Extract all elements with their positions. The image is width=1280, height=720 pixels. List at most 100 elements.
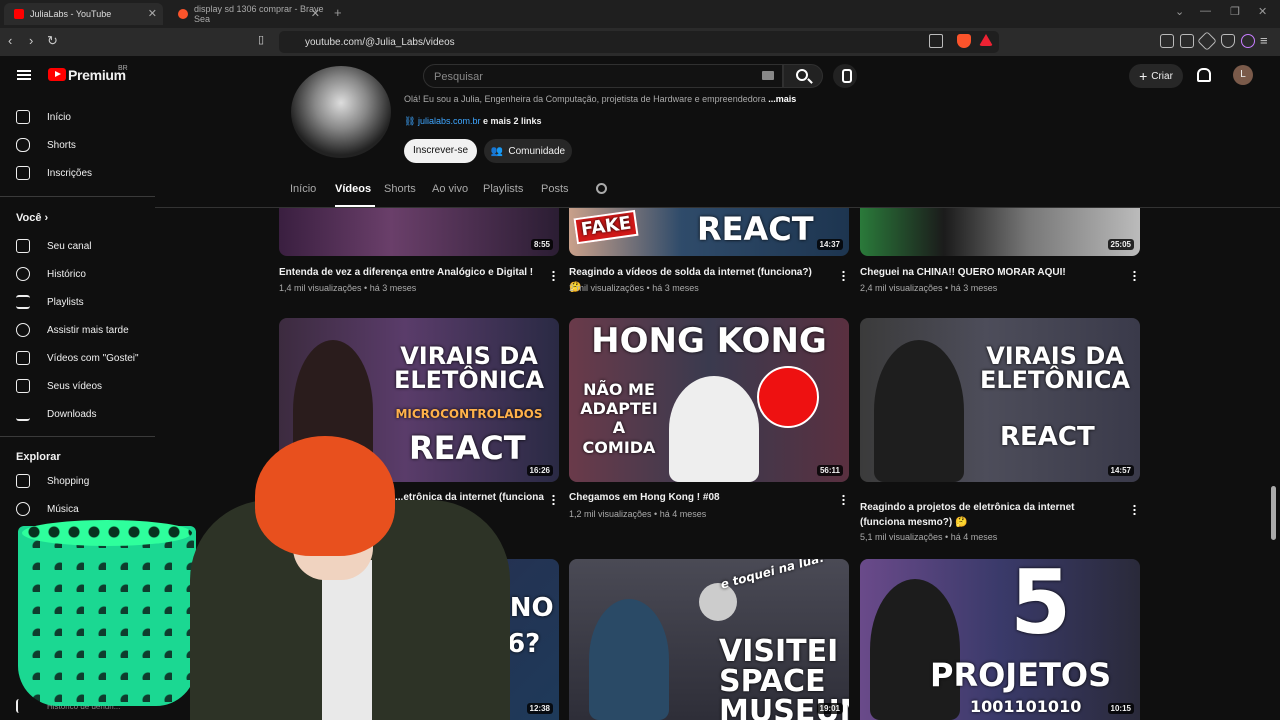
sidebar-item-assistir-mais-tarde[interactable]: Assistir mais tarde <box>16 320 129 340</box>
brave-rewards-icon[interactable] <box>979 34 993 46</box>
history-icon <box>16 267 30 281</box>
sidebar-toggle-icon[interactable] <box>1160 34 1174 48</box>
more-options-icon[interactable] <box>1133 270 1136 281</box>
channel-search-icon[interactable] <box>596 183 607 194</box>
leo-ai-icon[interactable] <box>1241 34 1255 48</box>
sidebar-item-inicio[interactable]: Início <box>16 107 71 127</box>
sidebar-item-downloads[interactable]: Downloads <box>16 404 96 424</box>
like-icon <box>16 351 30 365</box>
sidebar-item-videos-gostei[interactable]: Vídeos com "Gostei" <box>16 348 139 368</box>
minimize-icon[interactable]: — <box>1200 5 1211 17</box>
tab-shorts[interactable]: Shorts <box>384 183 416 195</box>
chevron-down-icon[interactable]: ⌄ <box>1175 5 1184 18</box>
video-title[interactable]: Cheguei na CHINA!! QUERO MORAR AQUI! <box>860 265 1118 280</box>
page-scrollbar[interactable] <box>1271 486 1276 540</box>
back-icon[interactable]: ‹ <box>8 33 12 48</box>
home-icon <box>16 110 30 124</box>
reload-icon[interactable]: ↻ <box>47 33 58 49</box>
sidebar-item-label: Vídeos com "Gostei" <box>47 352 139 364</box>
tab-posts[interactable]: Posts <box>541 183 569 195</box>
community-label: Comunidade <box>508 145 566 157</box>
download-icon <box>16 407 30 421</box>
thumbnail-number: 5 <box>1010 559 1072 654</box>
video-thumbnail[interactable]: FAKE REACT 14:37 <box>569 208 849 256</box>
video-title[interactable]: Reagindo a projetos de eletrônica da int… <box>860 500 1118 530</box>
address-bar[interactable]: youtube.com/@Julia_Labs/videos <box>279 31 999 53</box>
subscribe-button[interactable]: Inscrever-se <box>404 139 477 163</box>
window-close-icon[interactable]: ✕ <box>1258 5 1267 18</box>
thumbnail-text: VIRAIS DA ELETÔNICA <box>979 342 1131 394</box>
new-tab-icon[interactable]: + <box>334 5 342 20</box>
sidebar-item-label: Assistir mais tarde <box>47 324 129 336</box>
link-icon: ⛓ <box>404 116 416 126</box>
sidebar-item-playlists[interactable]: Playlists <box>16 292 84 312</box>
brave-shields-icon[interactable] <box>957 34 971 48</box>
keyboard-icon[interactable] <box>762 71 774 80</box>
sidebar-item-shorts[interactable]: Shorts <box>16 135 76 155</box>
create-button[interactable]: + Criar <box>1129 64 1183 88</box>
close-icon[interactable]: ✕ <box>311 7 320 20</box>
notifications-bell-icon[interactable] <box>1197 68 1211 82</box>
close-icon[interactable]: ✕ <box>148 7 157 20</box>
sidebar-item-label: Shorts <box>47 139 76 151</box>
sidebar-item-seus-videos[interactable]: Seus vídeos <box>16 376 102 396</box>
search-input[interactable]: Pesquisar <box>423 64 783 88</box>
tab-inicio[interactable]: Início <box>290 183 316 195</box>
brave-favicon-icon <box>178 9 188 19</box>
more-options-icon[interactable] <box>842 270 845 281</box>
voice-search-button[interactable] <box>833 64 857 88</box>
sidebar-item-label: Histórico <box>47 268 86 280</box>
browser-tab-youtube[interactable]: JuliaLabs - YouTube ✕ <box>4 3 163 25</box>
vpn-icon[interactable] <box>1221 34 1235 48</box>
extensions-icon[interactable] <box>1197 31 1217 51</box>
sidebar-item-label: Início <box>47 111 71 123</box>
sidebar-item-musica[interactable]: Música <box>16 499 79 519</box>
video-thumbnail[interactable]: VIRAIS DA ELETÔNICA REACT 14:57 <box>860 318 1140 482</box>
channel-link[interactable]: julialabs.com.br <box>418 116 481 126</box>
more-options-icon[interactable] <box>1133 504 1136 515</box>
forward-icon[interactable]: › <box>29 33 33 48</box>
more-options-icon[interactable] <box>842 494 845 505</box>
video-thumbnail[interactable]: 25:05 <box>860 208 1140 256</box>
video-title[interactable]: Chegamos em Hong Kong ! #08 <box>569 490 827 505</box>
video-thumbnail[interactable]: 5 PROJETOS 1001101010 10:15 <box>860 559 1140 720</box>
duration-badge: 16:26 <box>526 465 553 476</box>
account-avatar[interactable]: L <box>1233 65 1253 85</box>
sidebar-item-historico[interactable]: Histórico <box>16 264 86 284</box>
video-thumbnail[interactable]: 8:55 <box>279 208 559 256</box>
hamburger-menu-icon[interactable] <box>17 70 31 80</box>
thumbnail-subtext: PROJETOS <box>930 656 1112 694</box>
watch-later-icon <box>16 323 30 337</box>
tab-ao-vivo[interactable]: Ao vivo <box>432 183 468 195</box>
video-thumbnail[interactable]: e toquei na lua! VISITEI SPACE MUSEUM 19… <box>569 559 849 720</box>
youtube-logo-icon[interactable] <box>48 68 66 81</box>
thumbnail-text: VIRAIS DA ELETÔNICA <box>393 342 545 394</box>
sidebar-item-inscricoes[interactable]: Inscrições <box>16 163 92 183</box>
brand-region: BR <box>118 65 128 72</box>
browser-tab-search[interactable]: display sd 1306 comprar - Brave Sea ✕ <box>168 3 326 25</box>
tab-playlists[interactable]: Playlists <box>483 183 523 195</box>
sidebar-item-label: Downloads <box>47 408 97 420</box>
thumbnail-subtext: e toquei na lua! <box>719 559 826 592</box>
channel-avatar[interactable] <box>291 66 391 158</box>
community-button[interactable]: 👥 Comunidade <box>484 139 572 163</box>
cast-icon[interactable] <box>929 34 943 48</box>
sidebar-section-voce[interactable]: Você › <box>16 212 48 224</box>
more-options-icon[interactable] <box>552 270 555 281</box>
channel-description[interactable]: Olá! Eu sou a Julia, Engenheira da Compu… <box>404 94 796 104</box>
tab-videos[interactable]: Vídeos <box>335 183 371 195</box>
video-thumbnail[interactable]: HONG KONG NÃO ME ADAPTEI A COMIDA 56:11 <box>569 318 849 482</box>
subscriptions-icon <box>16 166 30 180</box>
more-links[interactable]: e mais 2 links <box>483 116 542 126</box>
maximize-icon[interactable]: ❐ <box>1230 5 1240 18</box>
video-title[interactable]: Entenda de vez a diferença entre Analógi… <box>279 265 537 280</box>
wallet-icon[interactable] <box>1180 34 1194 48</box>
search-button[interactable] <box>783 64 823 88</box>
thumbnail-text-2: REACT <box>1000 422 1095 452</box>
sidebar-item-shopping[interactable]: Shopping <box>16 471 89 491</box>
more-options-icon[interactable] <box>552 494 555 505</box>
menu-icon[interactable]: ≡ <box>1260 33 1268 48</box>
bookmark-icon[interactable]: ▯ <box>258 33 264 46</box>
sidebar-item-seu-canal[interactable]: Seu canal <box>16 236 91 256</box>
more-link[interactable]: ...mais <box>768 94 796 104</box>
